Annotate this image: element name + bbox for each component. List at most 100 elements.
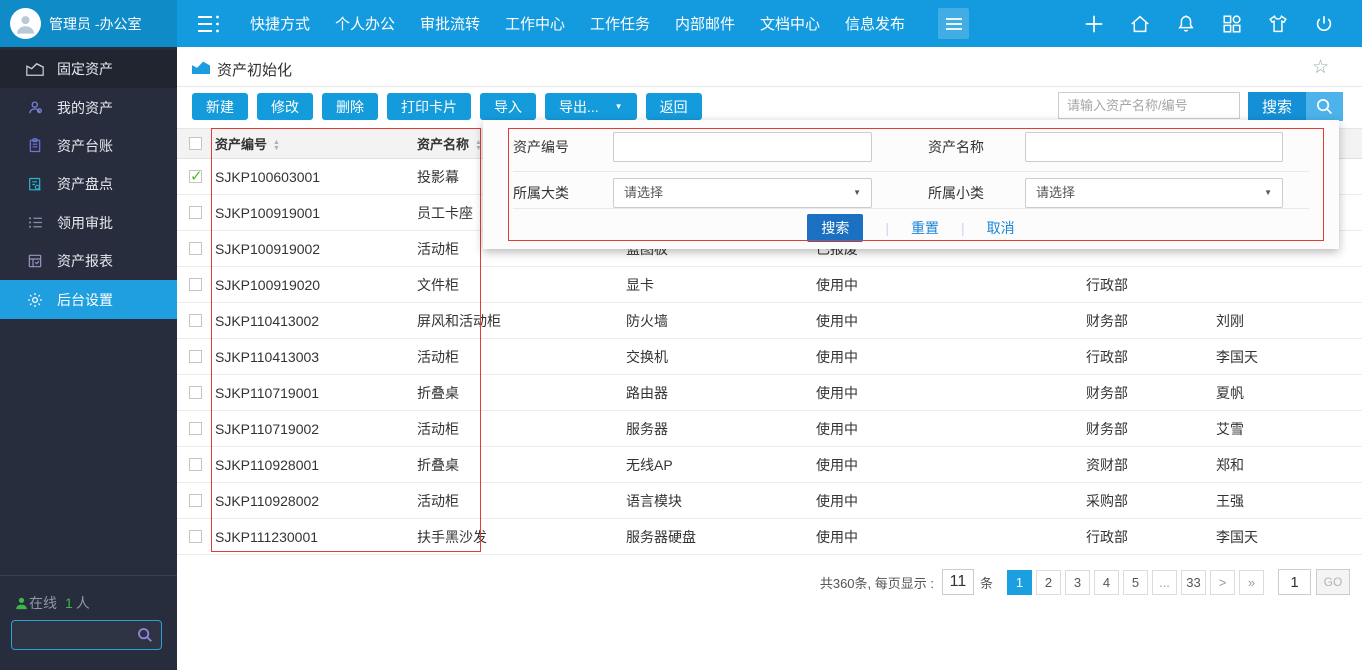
filter-category-select[interactable]: 请选择▼ [613, 178, 872, 208]
home-icon[interactable] [1129, 13, 1151, 35]
nav-item-3[interactable]: 审批流转 [420, 13, 480, 34]
nav-item-5[interactable]: 工作任务 [590, 13, 650, 34]
sort-icon[interactable]: ▲▼ [273, 140, 280, 152]
page-button-3[interactable]: 3 [1065, 570, 1090, 595]
row-checkbox[interactable] [189, 170, 202, 183]
filter-search-button[interactable]: 搜索 [807, 214, 863, 242]
filter-cancel-link[interactable]: 取消 [987, 218, 1015, 238]
table-row[interactable]: SJKP110719002活动柜服务器使用中财务部艾雪 [177, 411, 1362, 447]
shirt-icon[interactable] [1267, 13, 1289, 35]
page-button-»[interactable]: » [1239, 570, 1264, 595]
row-checkbox[interactable] [189, 422, 202, 435]
page-button->[interactable]: > [1210, 570, 1235, 595]
cell-dept: 行政部 [1081, 519, 1211, 555]
quick-search-magnifier-button[interactable] [1306, 92, 1343, 121]
page-size-input[interactable] [942, 569, 974, 595]
sidebar-item-approval[interactable]: 领用审批 [0, 204, 177, 242]
row-checkbox[interactable] [189, 278, 202, 291]
select-all-checkbox[interactable] [189, 137, 202, 150]
go-button[interactable]: GO [1316, 569, 1350, 595]
sort-icon[interactable]: ▲▼ [475, 140, 482, 152]
top-nav: 快捷方式 个人办公 审批流转 工作中心 工作任务 内部邮件 文档中心 信息发布 [250, 0, 905, 47]
asset-chart-icon [25, 59, 45, 79]
header-asset-code[interactable]: 资产编号▲▼ [210, 129, 412, 159]
sidebar-item-gear[interactable]: 后台设置 [0, 280, 177, 318]
cell-status: 使用中 [811, 339, 1081, 375]
quick-search-button[interactable]: 搜索 [1248, 92, 1306, 121]
cell-user: 刘刚 [1211, 303, 1362, 339]
sidebar-item-user[interactable]: 我的资产 [0, 88, 177, 126]
page-button-2[interactable]: 2 [1036, 570, 1061, 595]
nav-item-4[interactable]: 工作中心 [505, 13, 565, 34]
sidebar-item-label: 资产盘点 [57, 174, 113, 194]
nav-item-7[interactable]: 文档中心 [760, 13, 820, 34]
table-row[interactable]: SJKP110413002屏风和活动柜防火墙使用中财务部刘刚 [177, 303, 1362, 339]
nav-item-1[interactable]: 快捷方式 [250, 13, 310, 34]
nav-item-6[interactable]: 内部邮件 [675, 13, 735, 34]
filter-name-label: 资产名称 [928, 132, 984, 162]
cell-dept: 采购部 [1081, 483, 1211, 519]
search-icon[interactable] [136, 626, 154, 644]
table-row[interactable]: SJKP111230001扶手黑沙发服务器硬盘使用中行政部李国天 [177, 519, 1362, 555]
toolbar-button-5[interactable]: 导入 [480, 93, 536, 120]
sidebar-item-report[interactable]: 资产报表 [0, 242, 177, 280]
filter-subcategory-select[interactable]: 请选择▼ [1025, 178, 1283, 208]
export-dropdown-button[interactable]: 导出...▼ [545, 93, 637, 120]
filter-reset-link[interactable]: 重置 [911, 218, 939, 238]
sidebar-item-inventory[interactable]: 资产盘点 [0, 165, 177, 203]
toolbar-button-1[interactable]: 新建 [192, 93, 248, 120]
report-icon [25, 251, 45, 271]
bell-icon[interactable] [1175, 13, 1197, 35]
favorite-star-icon[interactable]: ☆ [1312, 56, 1329, 79]
menu-icon[interactable] [938, 8, 969, 39]
row-checkbox[interactable] [189, 206, 202, 219]
row-checkbox[interactable] [189, 386, 202, 399]
table-row[interactable]: SJKP110413003活动柜交换机使用中行政部李国天 [177, 339, 1362, 375]
nav-item-8[interactable]: 信息发布 [845, 13, 905, 34]
toolbar-button-2[interactable]: 修改 [257, 93, 313, 120]
nav-item-2[interactable]: 个人办公 [335, 13, 395, 34]
separator: | [885, 220, 889, 236]
cell-user: 夏帆 [1211, 375, 1362, 411]
toolbar-button-4[interactable]: 打印卡片 [387, 93, 471, 120]
row-checkbox[interactable] [189, 314, 202, 327]
page-button-...[interactable]: ... [1152, 570, 1177, 595]
filter-name-input[interactable] [1025, 132, 1283, 162]
toolbar-button-3[interactable]: 删除 [322, 93, 378, 120]
page-button-5[interactable]: 5 [1123, 570, 1148, 595]
page-button-1[interactable]: 1 [1007, 570, 1032, 595]
avatar[interactable] [10, 8, 41, 39]
quick-search-input[interactable] [1058, 92, 1240, 119]
cell-name: 屏风和活动柜 [412, 303, 621, 339]
page-button-4[interactable]: 4 [1094, 570, 1119, 595]
row-checkbox[interactable] [189, 458, 202, 471]
cell-dept: 行政部 [1081, 267, 1211, 303]
user-name: 管理员 -办公室 [49, 14, 142, 34]
sidebar-item-ledger[interactable]: 资产台账 [0, 127, 177, 165]
cell-code: SJKP110719002 [210, 411, 412, 447]
filter-code-input[interactable] [613, 132, 872, 162]
sidebar-toggle-icon[interactable] [196, 13, 222, 35]
cell-code: SJKP110413003 [210, 339, 412, 375]
user-block[interactable]: 管理员 -办公室 [0, 0, 177, 47]
row-checkbox[interactable] [189, 242, 202, 255]
row-checkbox[interactable] [189, 350, 202, 363]
row-checkbox[interactable] [189, 530, 202, 543]
table-row[interactable]: SJKP110928002活动柜语言模块使用中采购部王强 [177, 483, 1362, 519]
goto-page-input[interactable] [1278, 569, 1311, 595]
cell-name: 折叠桌 [412, 375, 621, 411]
power-icon[interactable] [1313, 13, 1335, 35]
pagination: 共360条, 每页显示 : 条 12345...33>» GO [820, 567, 1350, 597]
plus-icon[interactable] [1083, 13, 1105, 35]
table-row[interactable]: SJKP110719001折叠桌路由器使用中财务部夏帆 [177, 375, 1362, 411]
table-row[interactable]: SJKP110928001折叠桌无线AP使用中资财部郑和 [177, 447, 1362, 483]
sidebar-item-label: 资产台账 [57, 136, 113, 156]
sidebar-item-asset-chart[interactable]: 固定资产 [0, 50, 177, 88]
row-checkbox[interactable] [189, 494, 202, 507]
table-row[interactable]: SJKP100919020文件柜显卡使用中行政部 [177, 267, 1362, 303]
cell-code: SJKP110719001 [210, 375, 412, 411]
page-button-33[interactable]: 33 [1181, 570, 1206, 595]
back-button[interactable]: 返回 [646, 93, 702, 120]
ledger-icon [25, 136, 45, 156]
apps-icon[interactable] [1221, 13, 1243, 35]
